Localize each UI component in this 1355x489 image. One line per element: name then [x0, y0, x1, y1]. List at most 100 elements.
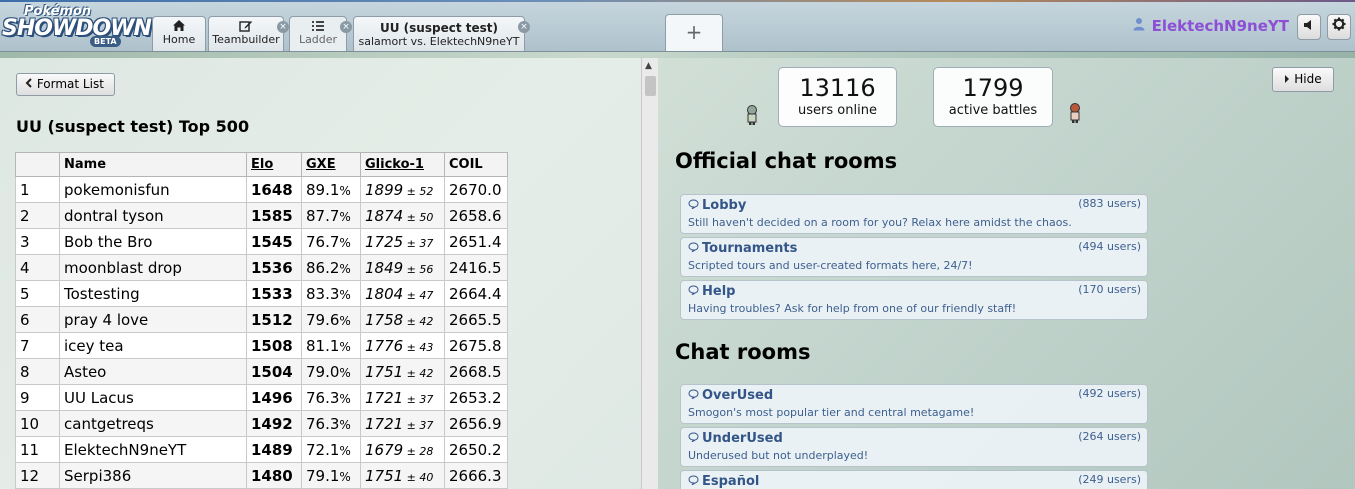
- elo-cell: 1492: [246, 410, 302, 437]
- new-tab-button[interactable]: +: [665, 14, 723, 51]
- gxe-cell: 86.2%: [301, 254, 361, 281]
- active-battles-box[interactable]: 1799 active battles: [933, 67, 1053, 127]
- chat-bubble-icon: [688, 389, 699, 402]
- col-rank: [15, 152, 60, 177]
- player-name-cell[interactable]: pray 4 love: [59, 306, 247, 333]
- col-glicko[interactable]: Glicko-1: [360, 152, 445, 177]
- scroll-up-icon[interactable]: ▲: [645, 61, 652, 71]
- chat-rooms-heading: Chat rooms: [675, 340, 811, 364]
- tab-ladder[interactable]: Ladder ×: [289, 16, 352, 51]
- room-item[interactable]: OverUsed (492 users) Smogon's most popular…: [680, 384, 1148, 424]
- elo-cell: 1545: [246, 228, 302, 255]
- elo-cell: 1489: [246, 436, 302, 463]
- gxe-cell: 79.1%: [301, 462, 361, 489]
- elo-cell: 1648: [246, 176, 302, 203]
- coil-cell: 2658.6: [444, 202, 508, 229]
- glicko-cell: 1751 ± 42: [360, 358, 445, 385]
- room-item[interactable]: Español (249 users): [680, 470, 1148, 489]
- elo-cell: 1512: [246, 306, 302, 333]
- room-item[interactable]: Help (170 users) Having troubles? Ask for …: [680, 280, 1148, 320]
- users-online-box[interactable]: 13116 users online: [778, 67, 897, 127]
- table-row[interactable]: 7 icey tea 1508 81.1% 1776 ± 43 2675.8: [15, 332, 508, 359]
- active-battles-count: 1799: [962, 74, 1024, 102]
- coil-cell: 2670.0: [444, 176, 508, 203]
- rank-cell: 5: [15, 280, 60, 307]
- ladder-title: UU (suspect test) Top 500: [16, 117, 250, 136]
- sound-button[interactable]: [1297, 14, 1321, 40]
- player-name-cell[interactable]: UU Lacus: [59, 384, 247, 411]
- player-name-cell[interactable]: cantgetreqs: [59, 410, 247, 437]
- room-user-count: (494 users): [1078, 240, 1141, 253]
- users-online-label: users online: [798, 103, 877, 118]
- user-menu[interactable]: ElektechN9neYT: [1133, 17, 1289, 35]
- table-row[interactable]: 2 dontral tyson 1585 87.7% 1874 ± 50 2658.6: [15, 202, 508, 229]
- glicko-cell: 1899 ± 52: [360, 176, 445, 203]
- room-item[interactable]: Lobby (883 users) Still haven't decided on…: [680, 194, 1148, 234]
- coil-cell: 2665.5: [444, 306, 508, 333]
- player-name-cell[interactable]: icey tea: [59, 332, 247, 359]
- table-row[interactable]: 6 pray 4 love 1512 79.6% 1758 ± 42 2665.5: [15, 306, 508, 333]
- hide-button[interactable]: Hide: [1272, 67, 1334, 92]
- player-name-cell[interactable]: moonblast drop: [59, 254, 247, 281]
- tab-teambuilder[interactable]: Teambuilder ×: [208, 16, 289, 51]
- coil-cell: 2653.2: [444, 384, 508, 411]
- tab-home[interactable]: Home: [152, 16, 206, 51]
- table-row[interactable]: 3 Bob the Bro 1545 76.7% 1725 ± 37 2651.4: [15, 228, 508, 255]
- elo-cell: 1480: [246, 462, 302, 489]
- col-elo[interactable]: Elo: [246, 152, 302, 177]
- room-user-count: (264 users): [1078, 430, 1141, 443]
- rank-cell: 12: [15, 462, 60, 489]
- room-user-count: (883 users): [1078, 197, 1141, 210]
- table-row[interactable]: 11 ElektechN9neYT 1489 72.1% 1679 ± 28 2650.2: [15, 436, 508, 463]
- format-list-button[interactable]: Format List: [16, 73, 115, 96]
- room-name: Lobby: [688, 198, 746, 213]
- glicko-cell: 1776 ± 43: [360, 332, 445, 359]
- room-description: Having troubles? Ask for help from one o…: [688, 302, 1017, 315]
- player-name-cell[interactable]: Serpi386: [59, 462, 247, 489]
- col-gxe[interactable]: GXE: [301, 152, 361, 177]
- room-item[interactable]: Tournaments (494 users) Scripted tours and…: [680, 237, 1148, 277]
- chat-bubble-icon: [688, 285, 699, 298]
- close-icon[interactable]: ×: [340, 21, 352, 33]
- room-user-count: (249 users): [1078, 473, 1141, 486]
- glicko-cell: 1874 ± 50: [360, 202, 445, 229]
- rank-cell: 1: [15, 176, 60, 203]
- close-icon[interactable]: ×: [518, 21, 530, 33]
- tab-teambuilder-label: Teambuilder: [212, 33, 280, 46]
- player-name-cell[interactable]: pokemonisfun: [59, 176, 247, 203]
- ladder-panel: Format List UU (suspect test) Top 500 Na…: [0, 58, 641, 489]
- table-row[interactable]: 9 UU Lacus 1496 76.3% 1721 ± 37 2653.2: [15, 384, 508, 411]
- left-scrollbar[interactable]: ▲: [641, 58, 658, 489]
- table-row[interactable]: 10 cantgetreqs 1492 76.3% 1721 ± 37 2656.9: [15, 410, 508, 437]
- table-row[interactable]: 4 moonblast drop 1536 86.2% 1849 ± 56 2416.5: [15, 254, 508, 281]
- player-name-cell[interactable]: Tostesting: [59, 280, 247, 307]
- gxe-cell: 79.0%: [301, 358, 361, 385]
- table-row[interactable]: 5 Tostesting 1533 83.3% 1804 ± 47 2664.4: [15, 280, 508, 307]
- player-name-cell[interactable]: dontral tyson: [59, 202, 247, 229]
- glicko-cell: 1721 ± 37: [360, 410, 445, 437]
- tab-battle[interactable]: UU (suspect test) salamort vs. ElektechN…: [353, 16, 530, 51]
- coil-cell: 2666.3: [444, 462, 508, 489]
- glicko-cell: 1758 ± 42: [360, 306, 445, 333]
- player-name-cell[interactable]: Bob the Bro: [59, 228, 247, 255]
- scroll-thumb[interactable]: [645, 76, 656, 96]
- room-item[interactable]: UnderUsed (264 users) Underused but not un…: [680, 427, 1148, 467]
- room-name: UnderUsed: [688, 431, 783, 446]
- user-icon: [1133, 18, 1150, 35]
- showdown-logo[interactable]: Pokémon SHOWDOWN BETA: [2, 4, 152, 48]
- rank-cell: 11: [15, 436, 60, 463]
- close-icon[interactable]: ×: [277, 21, 289, 33]
- gear-icon: [1332, 17, 1346, 35]
- player-name-cell[interactable]: ElektechN9neYT: [59, 436, 247, 463]
- table-row[interactable]: 1 pokemonisfun 1648 89.1% 1899 ± 52 2670.0: [15, 176, 508, 203]
- rank-cell: 4: [15, 254, 60, 281]
- player-name-cell[interactable]: Asteo: [59, 358, 247, 385]
- table-row[interactable]: 8 Asteo 1504 79.0% 1751 ± 42 2668.5: [15, 358, 508, 385]
- table-row[interactable]: 12 Serpi386 1480 79.1% 1751 ± 40 2666.3: [15, 462, 508, 489]
- rank-cell: 7: [15, 332, 60, 359]
- gxe-cell: 83.3%: [301, 280, 361, 307]
- rank-cell: 2: [15, 202, 60, 229]
- rank-cell: 10: [15, 410, 60, 437]
- options-button[interactable]: [1327, 14, 1351, 40]
- room-description: Underused but not underplayed!: [688, 449, 869, 462]
